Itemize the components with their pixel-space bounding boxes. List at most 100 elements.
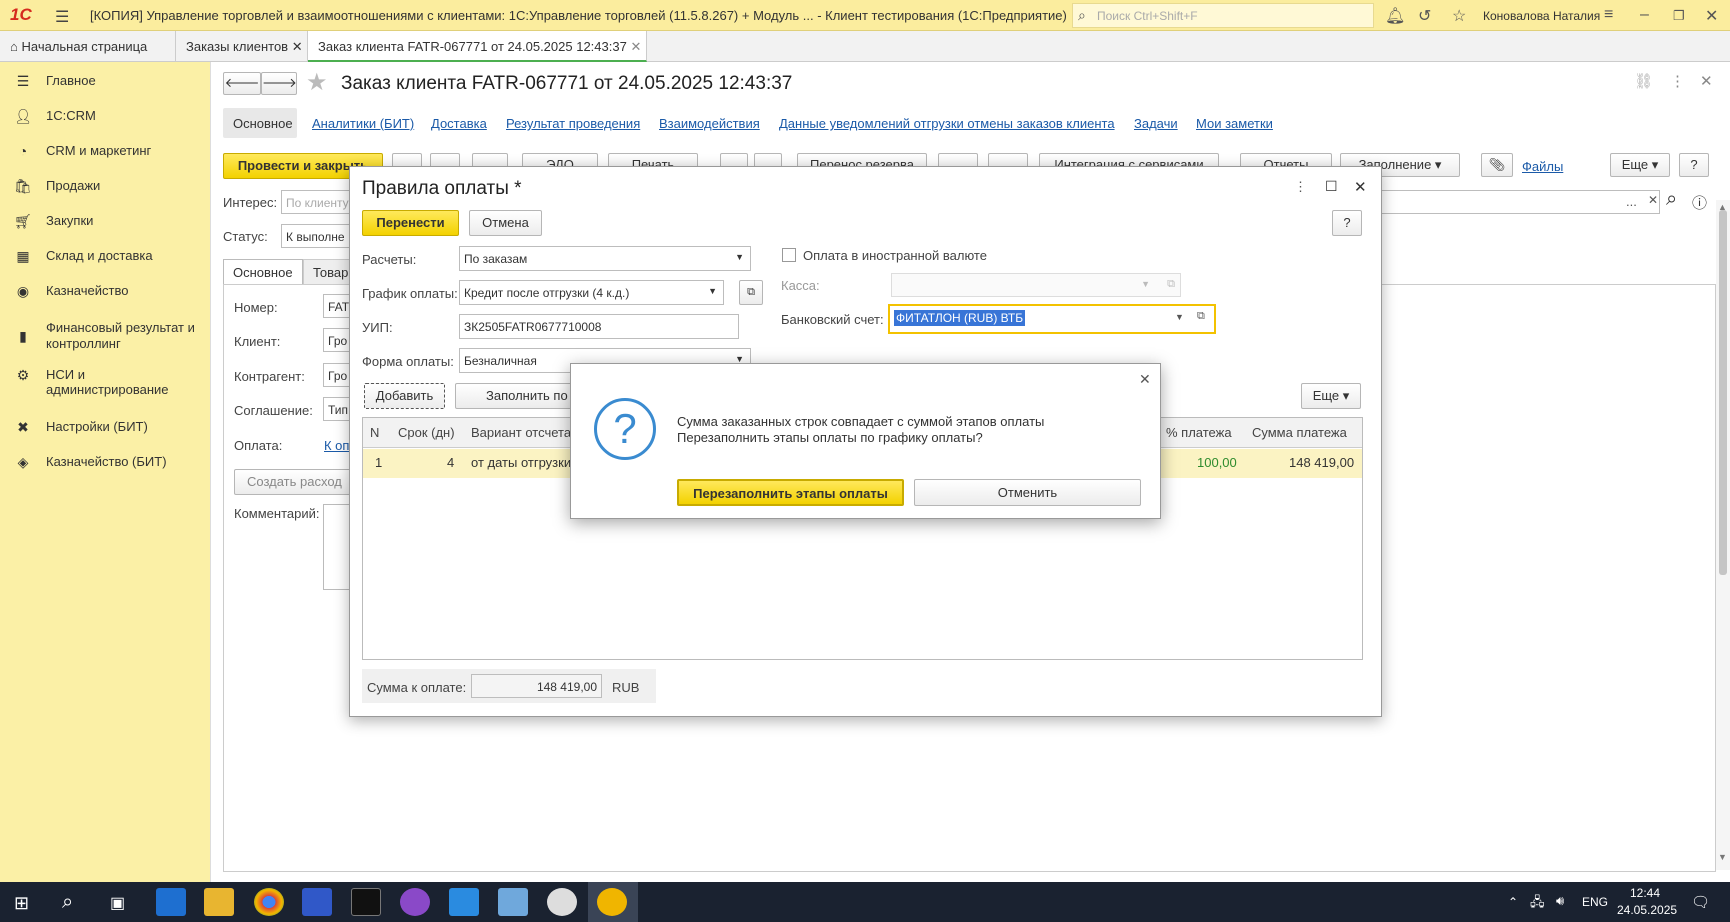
grid-icon: ▦ xyxy=(16,248,30,264)
col-n[interactable]: N xyxy=(370,425,379,440)
subtab-main[interactable]: Основное xyxy=(223,259,303,285)
link-icon[interactable]: ⛓ xyxy=(1634,72,1653,90)
tab-home[interactable]: ⌂ Начальная страница xyxy=(0,31,176,62)
settings-menu-icon[interactable]: ≡ xyxy=(1604,6,1613,24)
dialog-cancel-button[interactable]: Отмена xyxy=(469,210,542,236)
col-percent[interactable]: % платежа xyxy=(1166,425,1232,440)
open-icon[interactable]: ⧉ xyxy=(1167,278,1175,291)
main-menu-icon[interactable]: ☰ xyxy=(55,7,69,27)
more-button[interactable]: Еще ▾ xyxy=(1610,153,1670,177)
user-name[interactable]: Коновалова Наталия xyxy=(1483,9,1600,23)
magnifier-icon[interactable]: ⌕ xyxy=(1666,188,1677,211)
add-row-button[interactable]: Добавить xyxy=(364,383,445,409)
scroll-down-icon[interactable]: ▼ xyxy=(1718,852,1727,862)
close-tab-icon[interactable]: ✕ xyxy=(292,39,303,54)
transfer-button[interactable]: Перенести xyxy=(362,210,459,236)
restore-icon[interactable]: ❐ xyxy=(1673,8,1685,24)
taskbar-lang[interactable]: ENG xyxy=(1582,895,1608,909)
files-link[interactable]: Файлы xyxy=(1522,159,1563,174)
history-icon[interactable]: ↺ xyxy=(1418,6,1431,26)
chart-pie-icon: ◔ xyxy=(18,143,28,159)
taskbar-date[interactable]: 24.05.2025 xyxy=(1617,903,1677,917)
help-button[interactable]: ? xyxy=(1679,153,1709,177)
fill-by-button[interactable]: Заполнить по xyxy=(455,383,575,409)
status-select[interactable]: К выполне xyxy=(281,224,351,248)
nav-delivery[interactable]: Доставка xyxy=(431,116,487,131)
notes-app-icon[interactable] xyxy=(498,888,528,916)
subtab-goods[interactable]: Товар xyxy=(303,259,353,285)
nav-tasks[interactable]: Задачи xyxy=(1134,116,1178,131)
network-icon[interactable]: 🖧︎ xyxy=(1530,893,1545,915)
dropdown-icon[interactable]: ▼ xyxy=(735,252,744,262)
col-days[interactable]: Срок (дн) xyxy=(398,425,455,440)
favorite-star-icon[interactable]: ★ xyxy=(306,68,328,97)
open-icon[interactable]: ⧉ xyxy=(1197,310,1205,323)
foreign-currency-checkbox[interactable] xyxy=(782,248,796,262)
confirm-close-icon[interactable]: ✕ xyxy=(1139,371,1151,388)
notifications-icon[interactable]: 🗨︎ xyxy=(1691,893,1710,911)
volume-icon[interactable]: 🔊︎ xyxy=(1556,893,1564,909)
dialog-maximize-icon[interactable]: ☐ xyxy=(1325,178,1338,195)
nav-analytics[interactable]: Аналитики (БИТ) xyxy=(312,116,414,131)
dialog-close-icon[interactable]: ✕ xyxy=(1354,178,1367,196)
cell-days: 4 xyxy=(447,455,455,470)
nav-result[interactable]: Результат проведения xyxy=(506,116,640,131)
table-more-button[interactable]: Еще ▾ xyxy=(1301,383,1361,409)
star-icon[interactable]: ☆ xyxy=(1452,6,1466,26)
client-label: Клиент: xyxy=(234,334,281,349)
explorer-icon[interactable] xyxy=(204,888,234,916)
taskbar-time[interactable]: 12:44 xyxy=(1630,886,1660,900)
tray-up-icon[interactable]: ⌃ xyxy=(1508,895,1518,909)
clear-icon[interactable]: ✕ xyxy=(1648,193,1658,207)
dropdown-icon[interactable]: ▼ xyxy=(708,286,717,296)
clock-app-icon[interactable] xyxy=(547,888,577,916)
col-variant[interactable]: Вариант отсчета xyxy=(471,425,571,440)
task-view-icon[interactable]: ▣ xyxy=(110,893,125,913)
minimize-icon[interactable]: – xyxy=(1640,6,1649,24)
dialog-help-button[interactable]: ? xyxy=(1332,210,1362,236)
close-tab-icon[interactable]: ✕ xyxy=(630,39,641,54)
schedule-select[interactable]: Кредит после отгрузки (4 к.д.) ▼ xyxy=(459,280,724,305)
nav-interactions[interactable]: Взаимодействия xyxy=(659,116,760,131)
scroll-up-icon[interactable]: ▲ xyxy=(1718,202,1727,212)
github-icon[interactable] xyxy=(400,888,430,916)
confirm-cancel-button[interactable]: Отменить xyxy=(914,479,1141,506)
taskbar-search-icon[interactable]: ⌕ xyxy=(62,891,73,914)
paperclip-icon[interactable]: 📎︎ xyxy=(1481,153,1513,177)
payment-link[interactable]: К оп xyxy=(324,438,349,453)
nav-notes[interactable]: Мои заметки xyxy=(1196,116,1273,131)
interest-input-right[interactable] xyxy=(1380,190,1660,214)
global-search-input[interactable]: ⌕ Поиск Ctrl+Shift+F xyxy=(1072,3,1374,28)
close-window-icon[interactable]: ✕ xyxy=(1705,6,1718,26)
info-icon[interactable]: ⓘ xyxy=(1692,192,1707,213)
tab-orders[interactable]: Заказы клиентов ✕ xyxy=(176,31,308,62)
windows-start-icon[interactable]: ⊞ xyxy=(14,893,29,914)
nav-notifications[interactable]: Данные уведомлений отгрузки отмены заказ… xyxy=(779,116,1115,131)
scrollbar-thumb[interactable] xyxy=(1719,210,1727,575)
more-vert-icon[interactable]: ⋮ xyxy=(1670,72,1685,90)
forward-button[interactable]: 🡒 xyxy=(261,72,297,95)
1c-app-icon[interactable] xyxy=(597,888,627,916)
tab-order[interactable]: Заказ клиента FATR-067771 от 24.05.2025 … xyxy=(308,31,647,62)
uip-input[interactable]: ЗК2505FATR0677710008 xyxy=(459,314,739,339)
total-currency: RUB xyxy=(612,680,640,695)
create-expense-button[interactable]: Создать расход xyxy=(234,469,354,495)
schedule-open-icon[interactable]: ⧉ xyxy=(739,280,763,305)
dropdown-icon[interactable]: ▼ xyxy=(1141,279,1150,289)
vscode-icon[interactable] xyxy=(449,888,479,916)
dropdown-icon[interactable]: ▼ xyxy=(1175,312,1184,322)
nav-main[interactable]: Основное xyxy=(233,116,293,131)
ellipsis-icon[interactable]: ... xyxy=(1626,194,1637,209)
dialog-more-icon[interactable]: ⋮ xyxy=(1294,179,1307,195)
ie-icon[interactable] xyxy=(156,888,186,916)
chrome-icon[interactable] xyxy=(254,888,284,916)
save-app-icon[interactable] xyxy=(302,888,332,916)
refill-stages-button[interactable]: Перезаполнить этапы оплаты xyxy=(677,479,904,506)
bell-icon[interactable]: 🔔︎ xyxy=(1385,6,1405,26)
close-doc-icon[interactable]: ✕ xyxy=(1700,72,1713,90)
back-button[interactable]: 🡐 xyxy=(223,72,261,95)
col-sum[interactable]: Сумма платежа xyxy=(1252,425,1347,440)
calc-select[interactable]: По заказам ▼ xyxy=(459,246,751,271)
cash-select[interactable]: ▼ ⧉ xyxy=(891,273,1181,297)
terminal-icon[interactable] xyxy=(351,888,381,916)
